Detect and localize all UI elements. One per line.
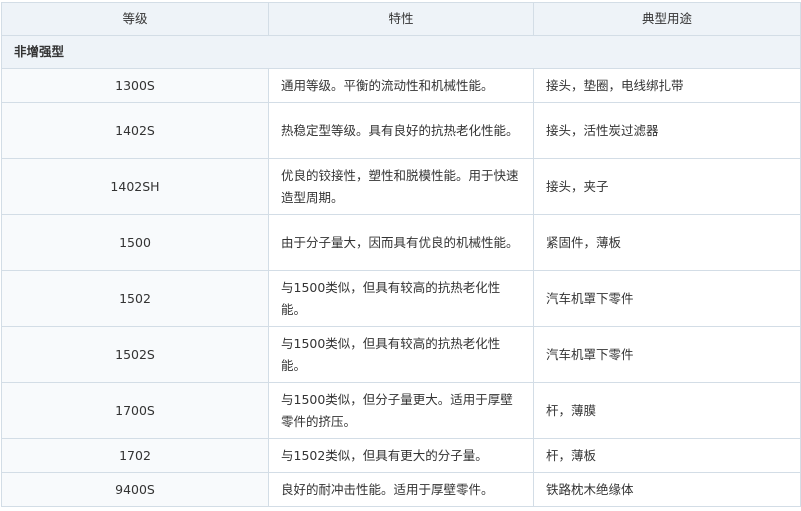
table-row: 1502 与1500类似，但具有较高的抗热老化性能。 汽车机罩下零件 [1, 270, 801, 327]
table-row: 1402S 热稳定型等级。具有良好的抗热老化性能。 接头，活性炭过滤器 [1, 102, 801, 159]
grade-cell: 1702 [1, 438, 269, 473]
use-cell: 杆，薄板 [533, 438, 801, 473]
grade-cell: 1402SH [1, 158, 269, 215]
use-cell: 汽车机罩下零件 [533, 326, 801, 383]
table-row: 1300S 通用等级。平衡的流动性和机械性能。 接头，垫圈，电线绑扎带 [1, 68, 801, 103]
grade-cell: 1300S [1, 68, 269, 103]
header-property: 特性 [268, 2, 534, 36]
use-cell: 汽车机罩下零件 [533, 270, 801, 327]
property-cell: 与1502类似，但具有更大的分子量。 [268, 438, 534, 473]
table-row: 1500 由于分子量大，因而具有优良的机械性能。 紧固件，薄板 [1, 214, 801, 271]
table-row: 1700S 与1500类似，但分子量更大。适用于厚壁零件的挤压。 杆，薄膜 [1, 382, 801, 439]
property-cell: 由于分子量大，因而具有优良的机械性能。 [268, 214, 534, 271]
table-row: 9400S 良好的耐冲击性能。适用于厚壁零件。 铁路枕木绝缘体 [1, 472, 801, 507]
property-cell: 与1500类似，但具有较高的抗热老化性能。 [268, 270, 534, 327]
property-cell: 良好的耐冲击性能。适用于厚壁零件。 [268, 472, 534, 507]
property-cell: 与1500类似，但分子量更大。适用于厚壁零件的挤压。 [268, 382, 534, 439]
use-cell: 杆，薄膜 [533, 382, 801, 439]
grade-cell: 1500 [1, 214, 269, 271]
table-row: 1502S 与1500类似，但具有较高的抗热老化性能。 汽车机罩下零件 [1, 326, 801, 383]
section-title: 非增强型 [1, 35, 801, 69]
grade-cell: 9400S [1, 472, 269, 507]
grade-cell: 1502S [1, 326, 269, 383]
use-cell: 接头，夹子 [533, 158, 801, 215]
property-cell: 与1500类似，但具有较高的抗热老化性能。 [268, 326, 534, 383]
use-cell: 接头，活性炭过滤器 [533, 102, 801, 159]
property-cell: 优良的铰接性，塑性和脱模性能。用于快速造型周期。 [268, 158, 534, 215]
section-row: 非增强型 [1, 35, 801, 69]
header-typical-use: 典型用途 [533, 2, 801, 36]
table-header-row: 等级 特性 典型用途 [1, 2, 801, 36]
grades-table: 等级 特性 典型用途 非增强型 1300S 通用等级。平衡的流动性和机械性能。 … [1, 2, 801, 507]
grade-cell: 1700S [1, 382, 269, 439]
grade-cell: 1402S [1, 102, 269, 159]
use-cell: 紧固件，薄板 [533, 214, 801, 271]
header-grade: 等级 [1, 2, 269, 36]
table-row: 1702 与1502类似，但具有更大的分子量。 杆，薄板 [1, 438, 801, 473]
grade-cell: 1502 [1, 270, 269, 327]
use-cell: 接头，垫圈，电线绑扎带 [533, 68, 801, 103]
use-cell: 铁路枕木绝缘体 [533, 472, 801, 507]
property-cell: 热稳定型等级。具有良好的抗热老化性能。 [268, 102, 534, 159]
table-row: 1402SH 优良的铰接性，塑性和脱模性能。用于快速造型周期。 接头，夹子 [1, 158, 801, 215]
property-cell: 通用等级。平衡的流动性和机械性能。 [268, 68, 534, 103]
